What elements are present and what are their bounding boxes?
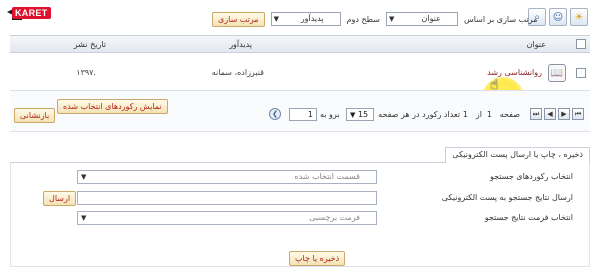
next-page-button[interactable]: ◀ bbox=[544, 108, 556, 120]
logo-text: KARET bbox=[12, 7, 51, 19]
sort-level2-label: سطح دوم bbox=[346, 14, 380, 24]
chevron-down-icon: ▼ bbox=[350, 111, 356, 119]
sort-field-value: عنوان bbox=[421, 14, 441, 23]
show-selected-button[interactable]: نمایش رکوردهای انتخاب شده bbox=[57, 99, 168, 114]
table-row[interactable]: 📖 روانشناسی رشد قنبرزاده، سمانه ۱۳۹۷. bbox=[10, 53, 590, 119]
format-row: انتخاب فرمت نتایج جستجو ▼ فرمت برچسبی bbox=[11, 211, 591, 227]
first-page-button[interactable]: ⏮ bbox=[572, 108, 584, 120]
sort-level2-select[interactable]: ▼ پدیدآور bbox=[270, 12, 341, 26]
record-date: ۱۳۹۷. bbox=[76, 68, 96, 77]
column-date[interactable]: تاریخ نشر bbox=[74, 40, 106, 49]
records-row: انتخاب رکوردهای جستجو ▼ قسمت انتخاب شده bbox=[11, 170, 591, 186]
format-label: انتخاب فرمت نتایج جستجو bbox=[484, 213, 573, 222]
column-title[interactable]: عنوان bbox=[527, 40, 546, 49]
sun-icon[interactable]: ☀ bbox=[570, 8, 588, 26]
last-page-button[interactable]: ⏭ bbox=[530, 108, 542, 120]
page-of-label: از bbox=[475, 110, 482, 119]
chevron-down-icon: ▼ bbox=[81, 214, 87, 222]
email-row: ارسال نتایج جستجو به پست الکترونیکی ارسا… bbox=[11, 191, 591, 207]
records-value: قسمت انتخاب شده bbox=[294, 172, 360, 181]
chevron-down-icon: ▼ bbox=[81, 173, 87, 181]
chevron-down-icon: ▼ bbox=[388, 15, 395, 23]
email-label: ارسال نتایج جستجو به پست الکترونیکی bbox=[441, 193, 573, 202]
records-per-page-value: 15 bbox=[357, 110, 369, 119]
sort-field-select[interactable]: ▼ عنوان bbox=[385, 12, 458, 26]
select-all-checkbox[interactable] bbox=[576, 39, 586, 49]
format-value: فرمت برچسبی bbox=[309, 213, 360, 222]
chevron-down-icon: ▼ bbox=[273, 15, 279, 23]
sort-level2-value: پدیدآور bbox=[300, 14, 324, 23]
reset-button[interactable]: بازنشانی bbox=[14, 108, 56, 123]
tab-save-print-email[interactable]: ذخیره ، چاپ یا ارسال پست الکترونیکی bbox=[445, 147, 590, 163]
sort-bar: مرتب سازی ▼ پدیدآور سطح دوم ▼ عنوان مرتب… bbox=[212, 10, 537, 28]
karet-logo: KARET bbox=[6, 3, 104, 27]
send-button[interactable]: ارسال bbox=[43, 191, 77, 206]
pager: ⏮ ▶ ◀ ⏭ صفحه 1 از 1 تعداد رکورد در هر صف… bbox=[10, 90, 590, 132]
goto-label: برو به bbox=[320, 110, 340, 119]
page-current: 1 bbox=[486, 110, 492, 119]
goto-page-input[interactable]: 1 bbox=[289, 108, 317, 121]
user-search-icon[interactable]: ☺ bbox=[549, 8, 567, 26]
email-input[interactable] bbox=[77, 191, 377, 205]
sort-label: مرتب سازی بر اساس bbox=[463, 14, 538, 24]
records-label: انتخاب رکوردهای جستجو bbox=[489, 172, 573, 181]
records-per-page-select[interactable]: ▼ 15 bbox=[346, 108, 374, 121]
goto-page-value: 1 bbox=[307, 110, 313, 119]
format-select[interactable]: ▼ فرمت برچسبی bbox=[77, 211, 377, 225]
go-arrow-icon[interactable]: ❮ bbox=[269, 108, 281, 120]
sort-button[interactable]: مرتب سازی bbox=[212, 11, 265, 27]
row-checkbox[interactable] bbox=[576, 68, 586, 78]
records-per-page-label: تعداد رکورد در هر صفحه bbox=[378, 110, 460, 119]
record-author: قنبرزاده، سمانه bbox=[211, 68, 264, 77]
save-print-button[interactable]: ذخیره یا چاپ bbox=[289, 251, 346, 266]
book-icon[interactable]: 📖 bbox=[548, 64, 566, 82]
grid-header: عنوان پدیدآور تاریخ نشر bbox=[10, 35, 590, 53]
column-author[interactable]: پدیدآور bbox=[229, 40, 252, 49]
tab-bar: ذخیره ، چاپ یا ارسال پست الکترونیکی bbox=[10, 147, 590, 163]
results-grid: عنوان پدیدآور تاریخ نشر 📖 روانشناسی رشد … bbox=[10, 35, 590, 119]
page-label: صفحه bbox=[499, 110, 520, 119]
export-panel: انتخاب رکوردهای جستجو ▼ قسمت انتخاب شده … bbox=[10, 163, 590, 267]
page-total: 1 bbox=[462, 110, 468, 119]
record-title-link[interactable]: روانشناسی رشد bbox=[487, 68, 542, 77]
records-select[interactable]: ▼ قسمت انتخاب شده bbox=[77, 170, 377, 184]
prev-page-button[interactable]: ▶ bbox=[558, 108, 570, 120]
